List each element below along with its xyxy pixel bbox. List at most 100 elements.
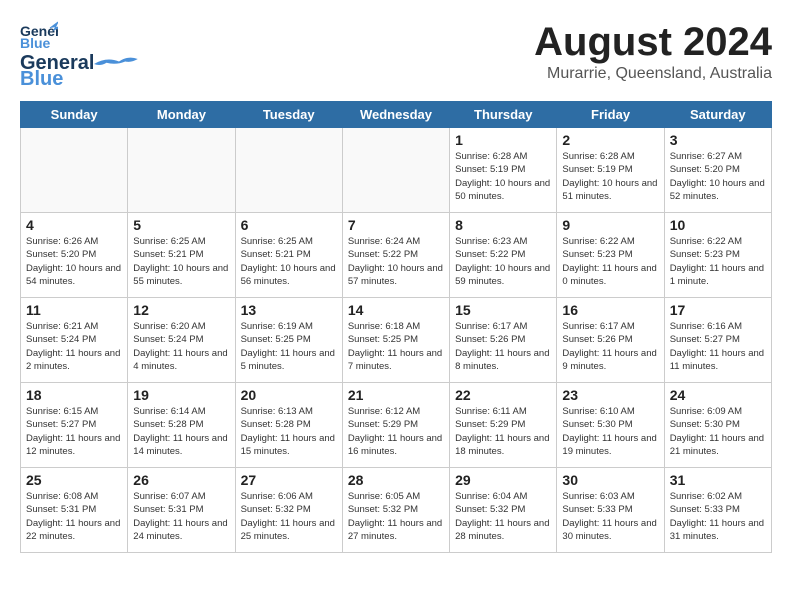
calendar-table: SundayMondayTuesdayWednesdayThursdayFrid…	[20, 101, 772, 553]
day-info: Sunrise: 6:23 AM Sunset: 5:22 PM Dayligh…	[455, 235, 551, 288]
calendar-cell: 28 Sunrise: 6:05 AM Sunset: 5:32 PM Dayli…	[342, 468, 449, 553]
calendar-cell: 7 Sunrise: 6:24 AM Sunset: 5:22 PM Daylig…	[342, 213, 449, 298]
weekday-header-friday: Friday	[557, 102, 664, 128]
calendar-cell: 18Sunrise: 6:15 AM Sunset: 5:27 PM Dayli…	[21, 383, 128, 468]
day-number: 11	[26, 302, 122, 318]
day-info: Sunrise: 6:17 AM Sunset: 5:26 PM Dayligh…	[455, 320, 551, 373]
day-number: 26	[133, 472, 229, 488]
calendar-cell: 12 Sunrise: 6:20 AM Sunset: 5:24 PM Dayli…	[128, 298, 235, 383]
calendar-week-4: 18Sunrise: 6:15 AM Sunset: 5:27 PM Dayli…	[21, 383, 772, 468]
weekday-header-saturday: Saturday	[664, 102, 771, 128]
calendar-cell: 14Sunrise: 6:18 AM Sunset: 5:25 PM Dayli…	[342, 298, 449, 383]
calendar-cell: 19 Sunrise: 6:14 AM Sunset: 5:28 PM Dayli…	[128, 383, 235, 468]
day-info: Sunrise: 6:14 AM Sunset: 5:28 PM Dayligh…	[133, 405, 229, 458]
calendar-cell: 9Sunrise: 6:22 AM Sunset: 5:23 PM Daylig…	[557, 213, 664, 298]
calendar-cell: 8 Sunrise: 6:23 AM Sunset: 5:22 PM Daylig…	[450, 213, 557, 298]
day-number: 21	[348, 387, 444, 403]
day-info: Sunrise: 6:04 AM Sunset: 5:32 PM Dayligh…	[455, 490, 551, 543]
day-info: Sunrise: 6:13 AM Sunset: 5:28 PM Dayligh…	[241, 405, 337, 458]
day-info: Sunrise: 6:12 AM Sunset: 5:29 PM Dayligh…	[348, 405, 444, 458]
day-number: 13	[241, 302, 337, 318]
day-number: 16	[562, 302, 658, 318]
day-info: Sunrise: 6:06 AM Sunset: 5:32 PM Dayligh…	[241, 490, 337, 543]
calendar-cell: 17 Sunrise: 6:16 AM Sunset: 5:27 PM Dayli…	[664, 298, 771, 383]
day-number: 19	[133, 387, 229, 403]
day-number: 9	[562, 217, 658, 233]
calendar-cell: 5Sunrise: 6:25 AM Sunset: 5:21 PM Daylig…	[128, 213, 235, 298]
calendar-cell: 31 Sunrise: 6:02 AM Sunset: 5:33 PM Dayli…	[664, 468, 771, 553]
day-number: 15	[455, 302, 551, 318]
calendar-cell: 4 Sunrise: 6:26 AM Sunset: 5:20 PM Daylig…	[21, 213, 128, 298]
weekday-header-row: SundayMondayTuesdayWednesdayThursdayFrid…	[21, 102, 772, 128]
logo: General Blue General Blue	[20, 20, 144, 91]
day-info: Sunrise: 6:16 AM Sunset: 5:27 PM Dayligh…	[670, 320, 766, 373]
calendar-cell: 16 Sunrise: 6:17 AM Sunset: 5:26 PM Dayli…	[557, 298, 664, 383]
calendar-cell: 15 Sunrise: 6:17 AM Sunset: 5:26 PM Dayli…	[450, 298, 557, 383]
calendar-cell: 3Sunrise: 6:27 AM Sunset: 5:20 PM Daylig…	[664, 128, 771, 213]
calendar-cell	[21, 128, 128, 213]
day-info: Sunrise: 6:08 AM Sunset: 5:31 PM Dayligh…	[26, 490, 122, 543]
day-info: Sunrise: 6:19 AM Sunset: 5:25 PM Dayligh…	[241, 320, 337, 373]
day-info: Sunrise: 6:20 AM Sunset: 5:24 PM Dayligh…	[133, 320, 229, 373]
day-number: 6	[241, 217, 337, 233]
calendar-cell: 13 Sunrise: 6:19 AM Sunset: 5:25 PM Dayli…	[235, 298, 342, 383]
day-number: 7	[348, 217, 444, 233]
calendar-cell: 30 Sunrise: 6:03 AM Sunset: 5:33 PM Dayli…	[557, 468, 664, 553]
day-info: Sunrise: 6:25 AM Sunset: 5:21 PM Dayligh…	[241, 235, 337, 288]
calendar-cell	[128, 128, 235, 213]
day-info: Sunrise: 6:03 AM Sunset: 5:33 PM Dayligh…	[562, 490, 658, 543]
day-info: Sunrise: 6:10 AM Sunset: 5:30 PM Dayligh…	[562, 405, 658, 458]
location-title: Murarrie, Queensland, Australia	[534, 65, 772, 83]
calendar-cell: 21 Sunrise: 6:12 AM Sunset: 5:29 PM Dayli…	[342, 383, 449, 468]
day-number: 2	[562, 132, 658, 148]
calendar-cell	[235, 128, 342, 213]
weekday-header-thursday: Thursday	[450, 102, 557, 128]
calendar-cell	[342, 128, 449, 213]
calendar-cell: 2 Sunrise: 6:28 AM Sunset: 5:19 PM Daylig…	[557, 128, 664, 213]
calendar-cell: 10 Sunrise: 6:22 AM Sunset: 5:23 PM Dayli…	[664, 213, 771, 298]
day-info: Sunrise: 6:24 AM Sunset: 5:22 PM Dayligh…	[348, 235, 444, 288]
page-header: General Blue General Blue August 2024 Mu…	[20, 20, 772, 91]
day-number: 29	[455, 472, 551, 488]
title-block: August 2024 Murarrie, Queensland, Austra…	[534, 20, 772, 83]
logo-bird-icon	[94, 52, 144, 76]
day-info: Sunrise: 6:22 AM Sunset: 5:23 PM Dayligh…	[670, 235, 766, 288]
calendar-cell: 23 Sunrise: 6:10 AM Sunset: 5:30 PM Dayli…	[557, 383, 664, 468]
day-info: Sunrise: 6:28 AM Sunset: 5:19 PM Dayligh…	[455, 150, 551, 203]
day-number: 17	[670, 302, 766, 318]
day-info: Sunrise: 6:02 AM Sunset: 5:33 PM Dayligh…	[670, 490, 766, 543]
day-info: Sunrise: 6:07 AM Sunset: 5:31 PM Dayligh…	[133, 490, 229, 543]
day-info: Sunrise: 6:17 AM Sunset: 5:26 PM Dayligh…	[562, 320, 658, 373]
day-number: 12	[133, 302, 229, 318]
calendar-cell: 27 Sunrise: 6:06 AM Sunset: 5:32 PM Dayli…	[235, 468, 342, 553]
day-number: 25	[26, 472, 122, 488]
day-info: Sunrise: 6:05 AM Sunset: 5:32 PM Dayligh…	[348, 490, 444, 543]
day-number: 10	[670, 217, 766, 233]
day-info: Sunrise: 6:26 AM Sunset: 5:20 PM Dayligh…	[26, 235, 122, 288]
weekday-header-tuesday: Tuesday	[235, 102, 342, 128]
day-number: 14	[348, 302, 444, 318]
day-number: 23	[562, 387, 658, 403]
day-number: 31	[670, 472, 766, 488]
day-number: 27	[241, 472, 337, 488]
month-title: August 2024	[534, 20, 772, 65]
calendar-cell: 29 Sunrise: 6:04 AM Sunset: 5:32 PM Dayli…	[450, 468, 557, 553]
calendar-cell: 24 Sunrise: 6:09 AM Sunset: 5:30 PM Dayli…	[664, 383, 771, 468]
weekday-header-sunday: Sunday	[21, 102, 128, 128]
day-info: Sunrise: 6:11 AM Sunset: 5:29 PM Dayligh…	[455, 405, 551, 458]
day-number: 30	[562, 472, 658, 488]
calendar-cell: 26 Sunrise: 6:07 AM Sunset: 5:31 PM Dayli…	[128, 468, 235, 553]
day-info: Sunrise: 6:28 AM Sunset: 5:19 PM Dayligh…	[562, 150, 658, 203]
day-info: Sunrise: 6:09 AM Sunset: 5:30 PM Dayligh…	[670, 405, 766, 458]
day-number: 3	[670, 132, 766, 148]
weekday-header-wednesday: Wednesday	[342, 102, 449, 128]
calendar-cell: 20Sunrise: 6:13 AM Sunset: 5:28 PM Dayli…	[235, 383, 342, 468]
day-number: 4	[26, 217, 122, 233]
day-number: 18	[26, 387, 122, 403]
calendar-cell: 11Sunrise: 6:21 AM Sunset: 5:24 PM Dayli…	[21, 298, 128, 383]
day-number: 24	[670, 387, 766, 403]
day-number: 8	[455, 217, 551, 233]
logo-blue: Blue	[20, 68, 63, 91]
day-number: 28	[348, 472, 444, 488]
calendar-cell: 1Sunrise: 6:28 AM Sunset: 5:19 PM Daylig…	[450, 128, 557, 213]
